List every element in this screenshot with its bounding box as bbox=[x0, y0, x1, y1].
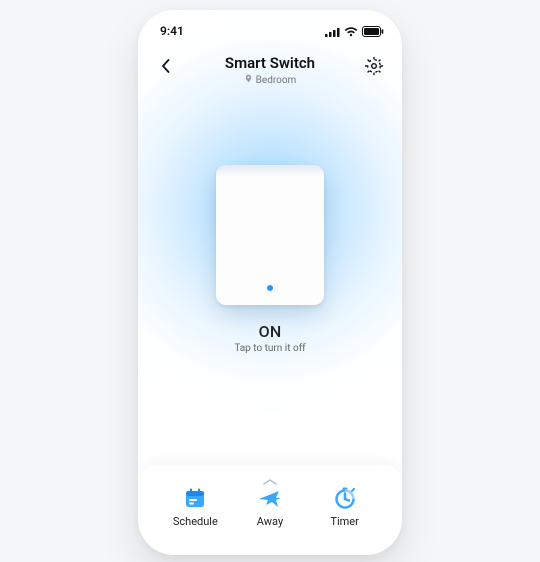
switch-highlight bbox=[216, 165, 324, 177]
battery-icon bbox=[362, 26, 384, 37]
back-button[interactable] bbox=[156, 56, 176, 76]
timer-label: Timer bbox=[330, 515, 358, 528]
location-icon bbox=[244, 74, 253, 86]
power-switch[interactable] bbox=[216, 165, 324, 305]
bottom-bar: Schedule Away Timer bbox=[138, 465, 402, 555]
signal-icon bbox=[325, 27, 340, 37]
status-time: 9:41 bbox=[160, 24, 184, 38]
wifi-icon bbox=[344, 27, 358, 37]
header: Smart Switch Bedroom bbox=[138, 54, 402, 86]
status-bar: 9:41 bbox=[138, 24, 402, 42]
chevron-up-icon[interactable] bbox=[262, 471, 278, 479]
status-indicators bbox=[325, 26, 384, 37]
calendar-icon bbox=[182, 485, 208, 511]
location-row: Bedroom bbox=[138, 74, 402, 86]
settings-button[interactable] bbox=[364, 56, 384, 76]
away-button[interactable]: Away bbox=[235, 485, 305, 528]
state-block: ON Tap to turn it off bbox=[138, 322, 402, 354]
airplane-icon bbox=[256, 485, 284, 511]
page-title: Smart Switch bbox=[138, 54, 402, 72]
schedule-label: Schedule bbox=[173, 515, 218, 528]
timer-icon bbox=[332, 485, 358, 511]
state-label: ON bbox=[138, 322, 402, 341]
schedule-button[interactable]: Schedule bbox=[160, 485, 230, 528]
indicator-dot bbox=[267, 285, 273, 291]
state-hint: Tap to turn it off bbox=[138, 343, 402, 354]
timer-button[interactable]: Timer bbox=[310, 485, 380, 528]
phone-frame: 9:41 Smart Switch bbox=[138, 10, 402, 555]
location-label: Bedroom bbox=[256, 75, 297, 86]
away-label: Away bbox=[257, 515, 283, 528]
